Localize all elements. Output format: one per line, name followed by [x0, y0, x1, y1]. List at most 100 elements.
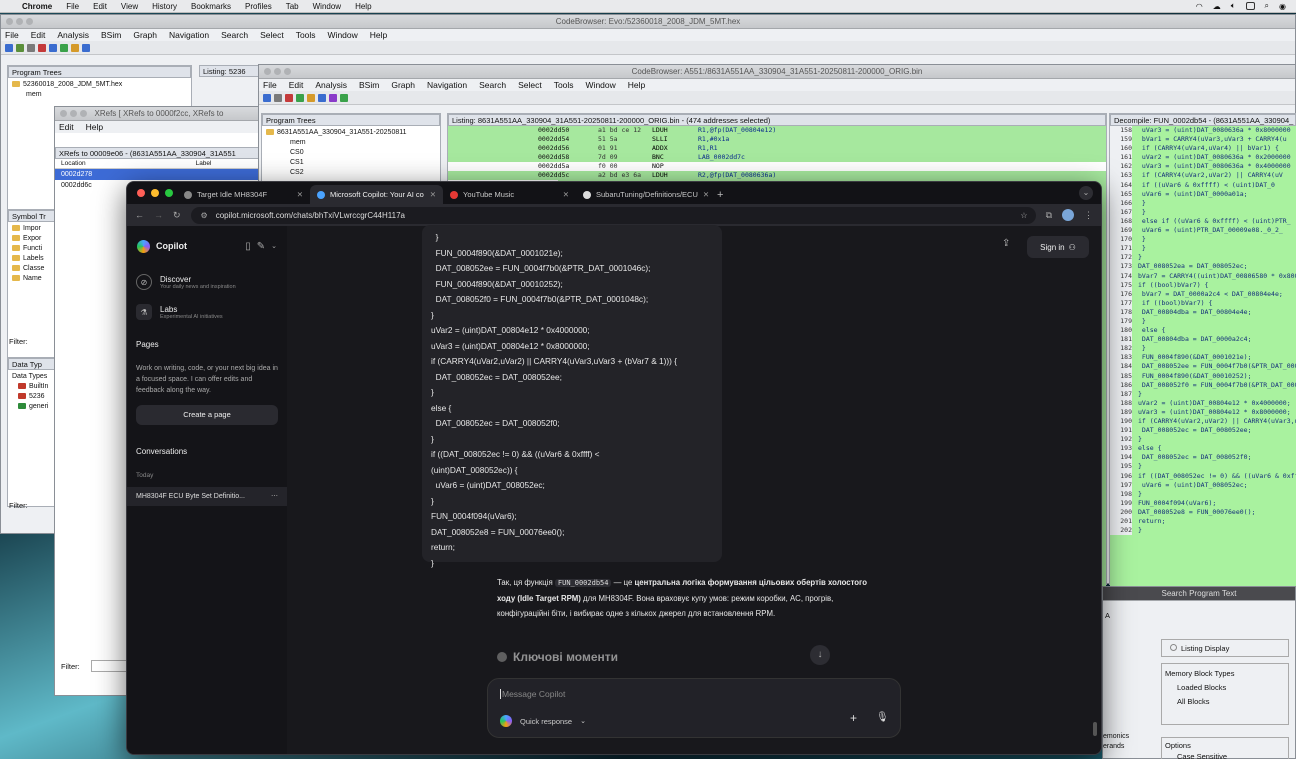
run-icon[interactable]: [296, 93, 304, 102]
xrefs-menu-help[interactable]: Help: [86, 122, 103, 132]
chrome-menu-icon[interactable]: ⋮: [1084, 210, 1093, 221]
listing-row[interactable]: 0002dd5a f0 00 NOP: [448, 162, 1106, 171]
gfmenu-window[interactable]: Window: [586, 80, 616, 90]
app-menu-chrome[interactable]: Chrome: [22, 2, 52, 11]
gfmenu-search[interactable]: Search: [479, 80, 506, 90]
back-icon[interactable]: [16, 43, 24, 52]
decompile-line[interactable]: 185 FUN_0004f890(&DAT_00010252);: [1110, 371, 1296, 381]
close-tab-icon[interactable]: ✕: [430, 190, 436, 199]
decompile-line[interactable]: 180 else {: [1110, 326, 1296, 336]
gfmenu-help[interactable]: Help: [628, 80, 645, 90]
share-icon[interactable]: ⇪: [1002, 238, 1010, 249]
gmenu-search[interactable]: Search: [221, 30, 248, 40]
tab-youtube-music[interactable]: YouTube Music ✕: [443, 185, 576, 204]
menu-window[interactable]: Window: [313, 2, 341, 11]
function-icon[interactable]: [329, 93, 337, 102]
nav-icon[interactable]: [49, 43, 57, 52]
minimize-window-button[interactable]: [151, 189, 159, 197]
decompile-line[interactable]: 176 bVar7 = DAT_0000a2c4 < DAT_00804e4e;: [1110, 289, 1296, 299]
create-page-button[interactable]: Create a page: [136, 405, 278, 425]
tree-item[interactable]: CS2: [266, 168, 436, 178]
decompile-line[interactable]: 173 DAT_008052ea = DAT_008052ec;: [1110, 262, 1296, 272]
symbol-classes[interactable]: Classe: [12, 264, 52, 274]
decompile-line[interactable]: 192}: [1110, 435, 1296, 445]
gmenu-help[interactable]: Help: [370, 30, 387, 40]
extensions-icon[interactable]: ⧉: [1046, 210, 1052, 221]
sidebar-labs[interactable]: ⚗ Labs Experimental AI initiatives: [127, 304, 287, 320]
decompile-line[interactable]: 196 if ((DAT_008052ec != 0) && ((uVar6 & …: [1110, 471, 1296, 481]
gmenu-navigation[interactable]: Navigation: [169, 30, 209, 40]
decompile-line[interactable]: 199 FUN_0004f094(uVar6);: [1110, 498, 1296, 508]
decompile-line[interactable]: 188 uVar2 = (uint)DAT_00804e12 * 0x400000…: [1110, 398, 1296, 408]
gmenu-edit[interactable]: Edit: [31, 30, 46, 40]
decompile-line[interactable]: 193 else {: [1110, 444, 1296, 454]
symbol-functions[interactable]: Functi: [12, 244, 52, 254]
symbol-namespaces[interactable]: Name: [12, 274, 52, 284]
url-bar[interactable]: ⚙ copilot.microsoft.com/chats/bhTxiVLwrc…: [190, 206, 1036, 224]
symbol-imports[interactable]: Impor: [12, 224, 52, 234]
case-sensitive-option[interactable]: Case Sensitive: [1165, 751, 1288, 759]
tab-target-idle[interactable]: Target Idle MH8304F ✕: [177, 185, 310, 204]
decompile-line[interactable]: 169 uVar6 = (uint)PTR_DAT_00009e08._0_2_: [1110, 226, 1296, 236]
gmenu-analysis[interactable]: Analysis: [57, 30, 89, 40]
gfmenu-navigation[interactable]: Navigation: [427, 80, 467, 90]
close-tab-icon[interactable]: ✕: [563, 190, 569, 199]
cloud-icon[interactable]: ☁: [1213, 2, 1221, 11]
profile-avatar[interactable]: [1062, 209, 1074, 221]
decompile-line[interactable]: 172}: [1110, 253, 1296, 263]
new-chat-icon[interactable]: ✎: [257, 241, 265, 252]
decompile-line[interactable]: 181 DAT_00804dba = DAT_0000a2c4;: [1110, 335, 1296, 345]
close-window-button[interactable]: [137, 189, 145, 197]
listing-display-option[interactable]: Listing Display: [1161, 639, 1289, 657]
menu-help[interactable]: Help: [355, 2, 371, 11]
menu-edit[interactable]: Edit: [93, 2, 107, 11]
gfmenu-select[interactable]: Select: [518, 80, 542, 90]
label-icon[interactable]: [307, 93, 315, 102]
dt-builtin[interactable]: BuiltIn: [12, 382, 52, 392]
tree-mem-back[interactable]: mem: [12, 90, 187, 100]
data-icon[interactable]: [318, 93, 326, 102]
col-location[interactable]: Location: [61, 160, 86, 167]
message-input[interactable]: Message Copilot: [500, 689, 565, 699]
sidebar-discover[interactable]: ⊘ Discover Your daily news and inspirati…: [127, 274, 287, 290]
decompile-line[interactable]: 158 uVar3 = (uint)DAT_0080636a * 0x80000…: [1110, 126, 1296, 136]
decompile-line[interactable]: 191 DAT_008052ec = DAT_008052ee;: [1110, 426, 1296, 436]
more-options-icon[interactable]: ⋯: [271, 487, 278, 506]
dt-program[interactable]: 5236: [12, 392, 52, 402]
decompile-line[interactable]: 167 }: [1110, 207, 1296, 217]
dt-generic[interactable]: generi: [12, 402, 52, 412]
decompile-line[interactable]: 194 DAT_008052ec = DAT_008052f0;: [1110, 453, 1296, 463]
decompile-line[interactable]: 198}: [1110, 489, 1296, 499]
menu-bookmarks[interactable]: Bookmarks: [191, 2, 231, 11]
decompile-line[interactable]: 201 return;: [1110, 517, 1296, 527]
back-icon[interactable]: [263, 93, 271, 102]
xrefs-menu-edit[interactable]: Edit: [59, 122, 74, 132]
gfmenu-graph[interactable]: Graph: [391, 80, 415, 90]
stop-icon[interactable]: [285, 93, 293, 102]
forward-icon[interactable]: [27, 43, 35, 52]
decompile-line[interactable]: 195}: [1110, 462, 1296, 472]
menu-history[interactable]: History: [152, 2, 177, 11]
listing-row[interactable]: 0002dd50 a1 bd ce 12 LDUH R1,@fp(DAT_00804e…: [448, 126, 1106, 135]
gmenu-file[interactable]: File: [5, 30, 19, 40]
gmenu-tools[interactable]: Tools: [296, 30, 316, 40]
gfmenu-bsim[interactable]: BSim: [359, 80, 379, 90]
close-tab-icon[interactable]: ✕: [297, 190, 303, 199]
tree-item[interactable]: mem: [266, 138, 436, 148]
decompile-line[interactable]: 162 uVar3 = (uint)DAT_0080636a * 0x40000…: [1110, 162, 1296, 172]
decompile-line[interactable]: 160 if (CARRY4(uVar4,uVar4) || bVar1) {: [1110, 144, 1296, 154]
gfmenu-analysis[interactable]: Analysis: [315, 80, 347, 90]
menu-file[interactable]: File: [66, 2, 79, 11]
decompile-line[interactable]: 184 DAT_008052ee = FUN_0004f7b0(&PTR_DAT…: [1110, 362, 1296, 372]
dt-root[interactable]: Data Types: [12, 372, 52, 382]
decompile-line[interactable]: 189 uVar3 = (uint)DAT_00804e12 * 0x800000…: [1110, 407, 1296, 417]
decompile-line[interactable]: 178 DAT_00804dba = DAT_00804e4e;: [1110, 307, 1296, 317]
decompile-line[interactable]: 182 }: [1110, 344, 1296, 354]
site-info-icon[interactable]: ⚙: [201, 211, 208, 220]
all-blocks-option[interactable]: All Blocks: [1165, 695, 1288, 709]
decompile-line[interactable]: 171 }: [1110, 244, 1296, 254]
symbol-exports[interactable]: Expor: [12, 234, 52, 244]
decompile-line[interactable]: 159 bVar1 = CARRY4(uVar3,uVar3 + CARRY4(…: [1110, 135, 1296, 145]
data-icon[interactable]: [82, 43, 90, 52]
add-attachment-icon[interactable]: +: [850, 711, 857, 725]
